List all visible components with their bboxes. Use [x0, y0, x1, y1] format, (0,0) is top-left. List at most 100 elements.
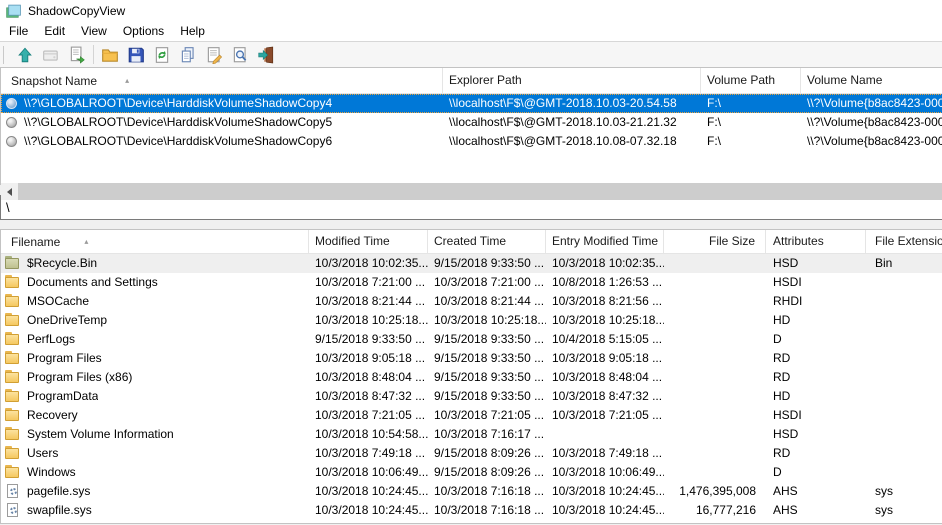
volume-name-cell: \\?\Volume{b8ac8423-0000 [801, 94, 942, 113]
snapshot-row[interactable]: \\?\GLOBALROOT\Device\HarddiskVolumeShad… [1, 113, 942, 132]
toolbar-separator [93, 45, 94, 64]
modified-time-cell: 10/3/2018 10:25:18... [309, 311, 428, 330]
sort-ascending-icon: ▴ [84, 231, 88, 253]
filename-text: Program Files [27, 349, 102, 368]
menu-help[interactable]: Help [172, 22, 213, 41]
exit-button[interactable] [253, 43, 279, 66]
folder-icon [5, 427, 21, 442]
menu-view[interactable]: View [73, 22, 115, 41]
explorer-path-cell: \\localhost\F$\@GMT-2018.10.08-07.32.18 [443, 132, 701, 151]
open-snapshot-icon [42, 46, 60, 64]
attributes-cell: RD [766, 368, 866, 387]
snapshot-row[interactable]: \\?\GLOBALROOT\Device\HarddiskVolumeShad… [1, 132, 942, 151]
snapshot-row[interactable]: \\?\GLOBALROOT\Device\HarddiskVolumeShad… [1, 94, 942, 113]
filename-cell: PerfLogs [1, 330, 309, 349]
file-row[interactable]: swapfile.sys10/3/2018 10:24:45...10/3/20… [1, 501, 942, 520]
folder-icon [5, 351, 21, 366]
file-row[interactable]: PerfLogs9/15/2018 9:33:50 ...9/15/2018 9… [1, 330, 942, 349]
attributes-cell: RHDI [766, 292, 866, 311]
menu-edit[interactable]: Edit [36, 22, 73, 41]
file-row[interactable]: pagefile.sys10/3/2018 10:24:45...10/3/20… [1, 482, 942, 501]
scrollbar-thumb[interactable] [18, 183, 942, 200]
filename-text: PerfLogs [27, 330, 75, 349]
file-extension-cell [866, 349, 942, 368]
snapshot-name-text: \\?\GLOBALROOT\Device\HarddiskVolumeShad… [24, 113, 332, 132]
properties-button[interactable] [201, 43, 227, 66]
go-up-button[interactable] [12, 43, 38, 66]
horizontal-scrollbar[interactable] [1, 183, 942, 200]
spacer [0, 220, 942, 229]
file-extension-cell: sys [866, 501, 942, 520]
column-header-file-size[interactable]: File Size [664, 230, 766, 253]
menu-options[interactable]: Options [115, 22, 172, 41]
shadow-copy-icon [6, 117, 17, 128]
open-in-explorer-button[interactable] [97, 43, 123, 66]
file-size-cell: 1,476,395,008 [664, 482, 766, 501]
files-header-row: Filename▴ Modified Time Created Time Ent… [1, 230, 942, 254]
created-time-cell: 9/15/2018 8:09:26 ... [428, 444, 546, 463]
refresh-icon [153, 46, 171, 64]
app-icon [5, 3, 22, 20]
created-time-cell: 10/3/2018 7:16:18 ... [428, 482, 546, 501]
file-row[interactable]: Recovery10/3/2018 7:21:05 ...10/3/2018 7… [1, 406, 942, 425]
filename-text: Windows [27, 463, 76, 482]
attributes-cell: HD [766, 387, 866, 406]
entry-modified-time-cell [546, 425, 664, 444]
menu-file[interactable]: File [1, 22, 36, 41]
attributes-cell: AHS [766, 482, 866, 501]
column-header-explorer-path[interactable]: Explorer Path [443, 68, 701, 93]
created-time-cell: 9/15/2018 8:09:26 ... [428, 463, 546, 482]
file-size-cell [664, 368, 766, 387]
file-row[interactable]: Windows10/3/2018 10:06:49...9/15/2018 8:… [1, 463, 942, 482]
modified-time-cell: 9/15/2018 9:33:50 ... [309, 330, 428, 349]
column-header-created-time[interactable]: Created Time [428, 230, 546, 253]
open-snapshot-button[interactable] [38, 43, 64, 66]
filename-cell: swapfile.sys [1, 501, 309, 520]
properties-icon [205, 46, 223, 64]
toolbar-grip [3, 46, 7, 64]
export-button[interactable] [64, 43, 90, 66]
scroll-left-button[interactable] [1, 183, 18, 200]
modified-time-cell: 10/3/2018 10:02:35... [309, 254, 428, 273]
file-size-cell [664, 425, 766, 444]
file-size-cell [664, 406, 766, 425]
folder-icon [5, 446, 21, 461]
explorer-path-cell: \\localhost\F$\@GMT-2018.10.03-20.54.58 [443, 94, 701, 113]
attributes-cell: D [766, 463, 866, 482]
toolbar [0, 42, 942, 67]
entry-modified-time-cell: 10/3/2018 8:21:56 ... [546, 292, 664, 311]
file-row[interactable]: Documents and Settings10/3/2018 7:21:00 … [1, 273, 942, 292]
entry-modified-time-cell: 10/3/2018 10:25:18... [546, 311, 664, 330]
title-bar: ShadowCopyView [0, 0, 942, 22]
file-row[interactable]: Program Files (x86)10/3/2018 8:48:04 ...… [1, 368, 942, 387]
find-button[interactable] [227, 43, 253, 66]
folder-icon [5, 275, 21, 290]
file-row[interactable]: Users10/3/2018 7:49:18 ...9/15/2018 8:09… [1, 444, 942, 463]
refresh-button[interactable] [149, 43, 175, 66]
column-header-attributes[interactable]: Attributes [766, 230, 866, 253]
file-row[interactable]: OneDriveTemp10/3/2018 10:25:18...10/3/20… [1, 311, 942, 330]
attributes-cell: HSDI [766, 406, 866, 425]
column-header-filename[interactable]: Filename▴ [1, 230, 309, 253]
file-row[interactable]: System Volume Information10/3/2018 10:54… [1, 425, 942, 444]
column-header-entry-modified-time[interactable]: Entry Modified Time [546, 230, 664, 253]
save-button[interactable] [123, 43, 149, 66]
column-header-file-extension[interactable]: File Extension [866, 230, 942, 253]
copy-button[interactable] [175, 43, 201, 66]
folder-dim-icon [5, 256, 21, 271]
column-header-modified-time[interactable]: Modified Time [309, 230, 428, 253]
attributes-cell: HSD [766, 425, 866, 444]
column-header-volume-path[interactable]: Volume Path [701, 68, 801, 93]
file-row[interactable]: ProgramData10/3/2018 8:47:32 ...9/15/201… [1, 387, 942, 406]
file-extension-cell [866, 387, 942, 406]
file-row[interactable]: $Recycle.Bin10/3/2018 10:02:35...9/15/20… [1, 254, 942, 273]
column-header-snapshot-name[interactable]: Snapshot Name▴ [1, 68, 443, 93]
file-row[interactable]: Program Files10/3/2018 9:05:18 ...9/15/2… [1, 349, 942, 368]
folder-icon [5, 332, 21, 347]
file-row[interactable]: MSOCache10/3/2018 8:21:44 ...10/3/2018 8… [1, 292, 942, 311]
entry-modified-time-cell: 10/3/2018 8:48:04 ... [546, 368, 664, 387]
file-size-cell [664, 349, 766, 368]
snapshot-name-cell: \\?\GLOBALROOT\Device\HarddiskVolumeShad… [1, 94, 443, 113]
file-size-cell: 16,777,216 [664, 501, 766, 520]
column-header-volume-name[interactable]: Volume Name [801, 68, 942, 93]
